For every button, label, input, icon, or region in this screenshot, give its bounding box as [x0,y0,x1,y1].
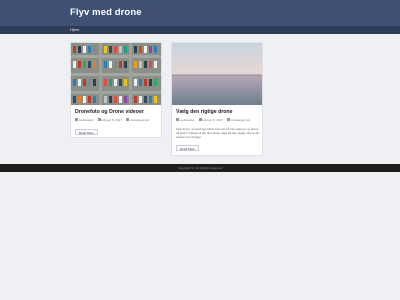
post-title-link[interactable]: Dronefoto og Drone videoer [75,109,159,115]
post-date[interactable]: februar 6, 2017 [198,118,223,122]
post-title-link[interactable]: Vælg den rigtige drone [176,109,260,115]
read-more-button[interactable]: Read More [75,129,98,135]
post-card: Vælg den rigtige drone webmaster februar… [171,42,263,156]
folder-icon [226,118,230,122]
post-category[interactable]: Uncategorized [226,118,250,122]
post-card: Dronefoto og Drone videoer webmaster feb… [70,42,162,138]
sea-horizon-image [172,43,262,105]
post-excerpt: Køb drone: Vi stod lige bliver hvis det … [176,127,260,140]
folder-icon [125,118,129,122]
read-more-button[interactable]: Read More [176,145,199,151]
post-thumbnail-sea-horizon[interactable] [172,43,262,105]
nav-home-link[interactable]: Hjem [70,27,79,32]
post-author[interactable]: webmaster [176,118,195,122]
post-meta: webmaster februar 6, 2017 Uncategorized [75,118,152,122]
site-footer: Copyright © | All Rights Reserved [0,164,400,172]
post-category[interactable]: Uncategorized [125,118,149,122]
post-thumbnail-parking-lot[interactable] [71,43,161,105]
post-author[interactable]: webmaster [75,118,94,122]
post-meta: webmaster februar 6, 2017 Uncategorized [176,118,253,122]
calendar-icon [198,118,202,122]
aerial-parking-lot-image [71,43,161,105]
main-navigation: Hjem [0,26,400,34]
user-icon [176,118,179,122]
user-icon [75,118,78,122]
site-title-link[interactable]: Flyv med drone [70,7,142,18]
calendar-icon [97,118,101,122]
site-header: Flyv med drone [0,0,400,26]
post-date[interactable]: februar 6, 2017 [97,118,122,122]
footer-copyright: Copyright © | All Rights Reserved [177,166,223,170]
